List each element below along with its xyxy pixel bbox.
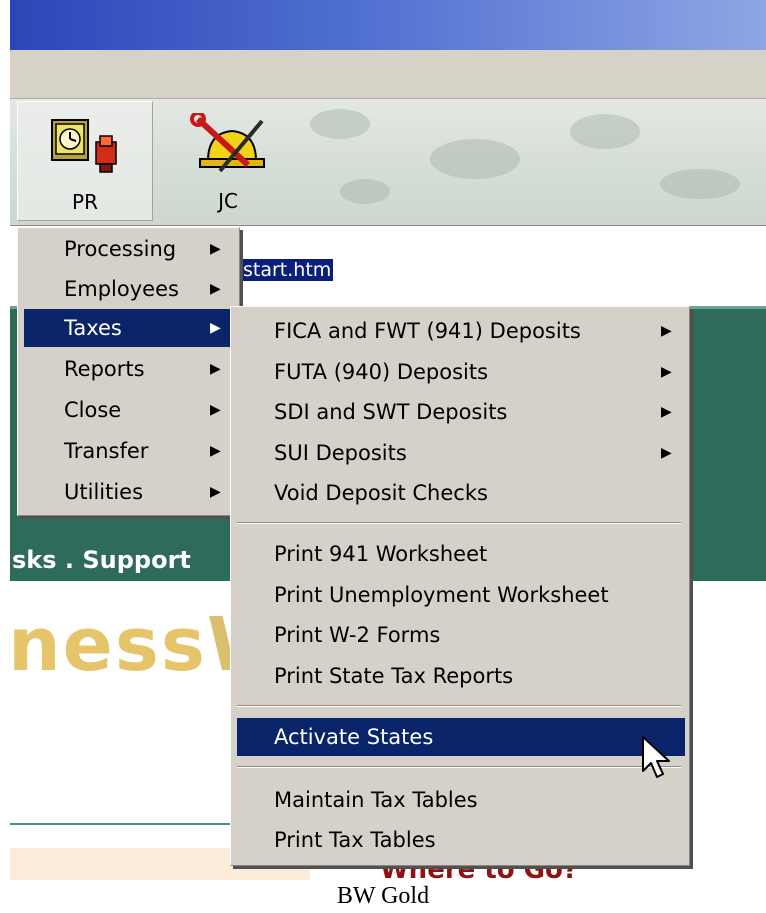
menu-item-taxes[interactable]: Taxes ▶	[24, 309, 233, 347]
menu-item-label: Print Unemployment Worksheet	[274, 583, 609, 607]
menu-item-print-941-worksheet[interactable]: Print 941 Worksheet	[231, 535, 689, 573]
payroll-clock-icon	[51, 119, 117, 173]
menu-item-label: Transfer	[64, 439, 149, 463]
submenu-arrow-icon: ▶	[210, 241, 221, 257]
submenu-arrow-icon: ▶	[661, 404, 672, 420]
menu-item-label: FICA and FWT (941) Deposits	[274, 319, 581, 343]
menu-item-label: Activate States	[274, 725, 434, 749]
menu-item-close[interactable]: Close ▶	[18, 391, 239, 429]
mouse-pointer-icon	[642, 736, 670, 778]
menu-item-label: Processing	[64, 237, 177, 261]
submenu-arrow-icon: ▶	[661, 323, 672, 339]
menu-item-void-deposit-checks[interactable]: Void Deposit Checks	[231, 474, 689, 512]
toolbar-button-jc[interactable]: JC	[160, 101, 296, 221]
background-texture	[310, 109, 370, 139]
menu-item-print-unemployment-worksheet[interactable]: Print Unemployment Worksheet	[231, 576, 689, 614]
menu-item-maintain-tax-tables[interactable]: Maintain Tax Tables	[231, 781, 689, 819]
toolbar-button-label: JC	[218, 189, 238, 213]
menu-item-fica-fwt-941-deposits[interactable]: FICA and FWT (941) Deposits ▶	[231, 312, 689, 350]
application-menu-bar	[10, 50, 766, 99]
menu-separator	[237, 522, 681, 524]
background-texture	[660, 169, 740, 199]
menu-item-label: Void Deposit Checks	[274, 481, 488, 505]
divider-line	[10, 823, 250, 825]
menu-item-print-state-tax-reports[interactable]: Print State Tax Reports	[231, 657, 689, 695]
menu-item-sui-deposits[interactable]: SUI Deposits ▶	[231, 434, 689, 472]
menu-separator	[237, 766, 681, 768]
figure-caption: BW Gold	[336, 883, 430, 909]
menu-item-label: Close	[64, 398, 122, 422]
menu-item-label: Print W-2 Forms	[274, 623, 441, 647]
menu-item-utilities[interactable]: Utilities ▶	[18, 473, 239, 511]
submenu-arrow-icon: ▶	[210, 320, 221, 336]
submenu-arrow-icon: ▶	[210, 281, 221, 297]
module-toolbar: PR JC	[10, 99, 766, 227]
background-texture	[340, 179, 390, 204]
job-cost-hardhat-icon	[190, 113, 265, 173]
background-texture	[570, 114, 640, 149]
menu-item-label: Employees	[64, 277, 179, 301]
submenu-arrow-icon: ▶	[210, 484, 221, 500]
menu-item-label: Taxes	[64, 316, 122, 340]
menu-item-employees[interactable]: Employees ▶	[18, 270, 239, 308]
background-texture	[430, 139, 520, 179]
toolbar-button-pr[interactable]: PR	[17, 101, 153, 221]
menu-item-label: Print 941 Worksheet	[274, 542, 488, 566]
address-url-text[interactable]: start.htm	[241, 259, 334, 281]
window-title-bar	[10, 0, 766, 50]
menu-item-transfer[interactable]: Transfer ▶	[18, 432, 239, 470]
taxes-submenu: FICA and FWT (941) Deposits ▶ FUTA (940)…	[230, 306, 690, 866]
banner-text: sks . Support	[12, 546, 191, 574]
menu-item-print-w2-forms[interactable]: Print W-2 Forms	[231, 616, 689, 654]
screenshot-area: PR JC start.htm sks . Support nessW Wher…	[0, 0, 766, 880]
menu-item-label: Print State Tax Reports	[274, 664, 514, 688]
menu-item-reports[interactable]: Reports ▶	[18, 350, 239, 388]
submenu-arrow-icon: ▶	[661, 445, 672, 461]
menu-item-sdi-swt-deposits[interactable]: SDI and SWT Deposits ▶	[231, 393, 689, 431]
menu-item-label: Reports	[64, 357, 145, 381]
menu-item-label: Utilities	[64, 480, 144, 504]
menu-item-label: Print Tax Tables	[274, 828, 436, 852]
menu-item-print-tax-tables[interactable]: Print Tax Tables	[231, 821, 689, 859]
submenu-arrow-icon: ▶	[661, 364, 672, 380]
menu-item-label: SUI Deposits	[274, 441, 407, 465]
pr-dropdown-menu: Processing ▶ Employees ▶ Taxes ▶ Reports…	[17, 227, 240, 516]
menu-item-processing[interactable]: Processing ▶	[18, 230, 239, 268]
submenu-arrow-icon: ▶	[210, 443, 221, 459]
logo-text-main: ness	[8, 602, 207, 688]
submenu-arrow-icon: ▶	[210, 402, 221, 418]
menu-item-label: FUTA (940) Deposits	[274, 360, 489, 384]
menu-separator	[237, 705, 681, 707]
menu-item-label: SDI and SWT Deposits	[274, 400, 508, 424]
toolbar-button-label: PR	[72, 190, 98, 214]
menu-item-activate-states[interactable]: Activate States	[237, 718, 685, 756]
submenu-arrow-icon: ▶	[210, 361, 221, 377]
menu-item-futa-940-deposits[interactable]: FUTA (940) Deposits ▶	[231, 353, 689, 391]
menu-item-label: Maintain Tax Tables	[274, 788, 478, 812]
